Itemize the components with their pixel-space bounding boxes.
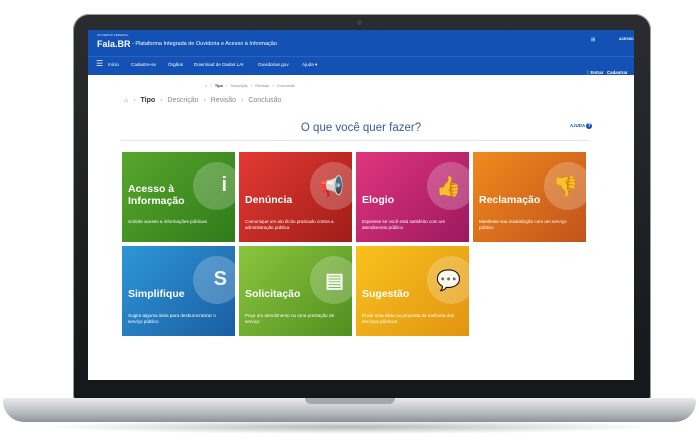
tile-title: Elogio <box>362 194 395 206</box>
help-link[interactable]: AJUDA ? <box>570 123 593 129</box>
help-label: AJUDA <box>570 123 585 129</box>
breadcrumb-step-descricao: Descrição <box>230 83 248 88</box>
tile-simplifique[interactable]: S Simplifique Sugira alguma ideia para d… <box>122 246 235 336</box>
gov-label: GOVERNO FEDERAL <box>97 33 129 37</box>
breadcrumb-step-revisao: Revisão <box>255 83 270 88</box>
tile-title: Simplifique <box>128 288 185 300</box>
laptop-shadow <box>40 420 660 434</box>
site-logo[interactable]: Fala.BR <box>97 39 131 49</box>
tile-title: Denúncia <box>245 194 293 206</box>
register-link[interactable]: Cadastrar <box>607 70 628 75</box>
nav-item-ajuda[interactable]: Ajuda ▾ <box>302 62 317 68</box>
tile-description: Peça um atendimento ou uma prestação de … <box>245 313 335 324</box>
breadcrumb-step-conclusao: Conclusão <box>276 83 296 88</box>
nav-item-download-lai[interactable]: Download de Dados LAI <box>194 62 244 67</box>
tile-solicitacao[interactable]: ▤ Solicitação Peça um atendimento ou uma… <box>239 246 352 336</box>
tile-title: Sugestão <box>362 288 410 300</box>
tile-description: Expresse se você está satisfeito com um … <box>362 219 446 230</box>
menu-icon[interactable]: ☰ <box>96 60 103 68</box>
apps-grid-icon[interactable]: ⊞ <box>591 37 595 43</box>
breadcrumb-step-conclusao: Conclusão <box>248 97 282 104</box>
home-icon[interactable]: ⌂ <box>205 83 207 88</box>
site-subtitle: - Plataforma Integrada de Ouvidoria e Ac… <box>132 41 277 47</box>
webcam <box>357 20 362 25</box>
home-icon[interactable]: ⌂ <box>124 97 128 104</box>
header-bar: GOVERNO FEDERAL Fala.BR - Plataforma Int… <box>88 30 634 56</box>
tile-denuncia[interactable]: 📢 Denúncia Comunique um ato ilícito prat… <box>239 152 352 242</box>
tile-reclamacao[interactable]: 👎 Reclamação Manifeste sua insatisfação … <box>473 152 586 242</box>
tile-title: Solicitação <box>245 288 301 300</box>
tile-description: Comunique um ato ilícito praticado contr… <box>245 219 334 230</box>
tile-description: Envie uma ideia ou proposta de melhoria … <box>362 313 455 324</box>
main-nav: ☰ Início Cadastre-se Órgãos Download de … <box>88 56 634 75</box>
nav-item-cadastre-se[interactable]: Cadastre-se <box>131 62 156 67</box>
tile-acesso-informacao[interactable]: i Acesso à Informação Solicite acesso a … <box>122 152 235 242</box>
tile-title: Acesso à Informação <box>128 183 185 207</box>
laptop-screen: GOVERNO FEDERAL Fala.BR - Plataforma Int… <box>88 30 634 380</box>
tile-elogio[interactable]: 👍 Elogio Expresse se você está satisfeit… <box>356 152 469 242</box>
tile-sugestao[interactable]: 💬 Sugestão Envie uma ideia ou proposta d… <box>356 246 469 336</box>
nav-item-inicio[interactable]: Início <box>108 62 119 67</box>
page-title: O que você quer fazer? <box>300 122 422 134</box>
question-icon: ? <box>586 123 593 129</box>
breadcrumb: ⌂ › Tipo › Descrição › Revisão › Conclus… <box>124 97 282 104</box>
nav-item-orgaos[interactable]: Órgãos <box>168 62 183 67</box>
breadcrumb-step-tipo[interactable]: Tipo <box>215 83 223 88</box>
access-link[interactable]: ACESSO <box>619 37 634 41</box>
divider <box>121 140 589 141</box>
laptop-base-notch <box>305 398 395 404</box>
breadcrumb-compact: ⌂ › Tipo › Descrição › Revisão › Conclus… <box>205 83 296 88</box>
breadcrumb-step-descricao: Descrição <box>167 97 199 104</box>
nav-item-ouvidorias[interactable]: Ouvidorias.gov <box>258 62 289 67</box>
breadcrumb-step-tipo[interactable]: Tipo <box>140 97 155 104</box>
login-label: Entrar <box>590 70 604 75</box>
breadcrumb-step-revisao: Revisão <box>210 97 237 104</box>
tile-description: Sugira alguma ideia para desburocratizar… <box>128 313 216 324</box>
tile-description: Solicite acesso a informações públicas <box>128 219 207 224</box>
tile-description: Manifeste sua insatisfação com um serviç… <box>479 219 567 230</box>
tile-title: Reclamação <box>479 194 541 206</box>
login-link[interactable]: 👤Entrar <box>585 70 603 76</box>
